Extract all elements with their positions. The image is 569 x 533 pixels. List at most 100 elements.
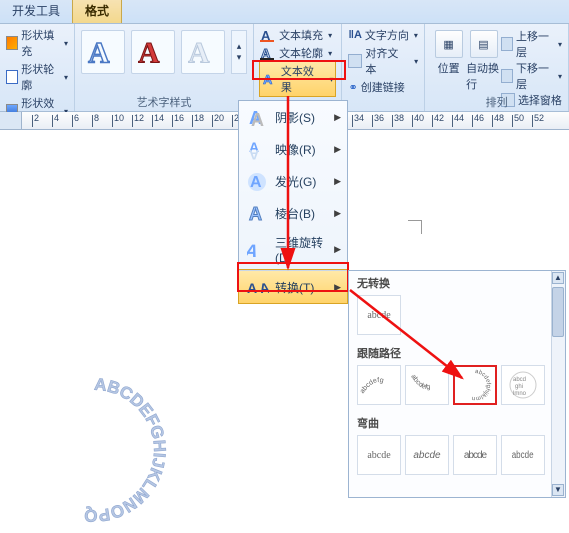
group-shape-style: 形状填充▾ 形状轮廓▾ 形状效果▾ bbox=[0, 24, 75, 111]
menu-reflection-label: 映像(R) bbox=[275, 141, 316, 158]
position-label: 位置 bbox=[438, 60, 460, 76]
wordart-circle-sample[interactable]: ABCDEFGHIJKLMNOPQ bbox=[14, 370, 174, 530]
send-backward-button[interactable]: 下移一层▾ bbox=[501, 60, 562, 92]
svg-text:A: A bbox=[251, 110, 264, 128]
preset-warp-1[interactable]: abcde bbox=[357, 435, 401, 475]
section-warp: 弯曲 bbox=[349, 411, 565, 433]
text-effects-label: 文本效果 bbox=[281, 63, 325, 95]
letter-a-glow-icon: A bbox=[262, 72, 278, 86]
menu-shadow[interactable]: AA 阴影(S)▶ bbox=[239, 101, 347, 133]
chevron-down-icon: ▾ bbox=[328, 49, 332, 58]
svg-text:A: A bbox=[188, 38, 209, 70]
text-effects-button[interactable]: A 文本效果 ▾ bbox=[260, 62, 335, 96]
chevron-right-icon: ▶ bbox=[334, 112, 341, 123]
chevron-right-icon: ▶ bbox=[334, 208, 341, 219]
preset-none[interactable]: abcde bbox=[357, 295, 401, 335]
preset-circle[interactable]: abcdefghijklmn bbox=[453, 365, 497, 405]
preset-arch-up[interactable]: abcdefg bbox=[357, 365, 401, 405]
shape-fill-button[interactable]: 形状填充 ▾ bbox=[6, 26, 68, 60]
send-backward-label: 下移一层 bbox=[516, 60, 553, 92]
letter-a-outline-icon: A bbox=[260, 46, 276, 60]
group-arrange: ▦ 位置 ▤ 自动换行 上移一层▾ 下移一层▾ 选择窗格 排列 bbox=[425, 24, 569, 111]
bring-forward-button[interactable]: 上移一层▾ bbox=[501, 28, 562, 60]
chevron-down-icon: ▾ bbox=[64, 73, 68, 82]
text-fill-button[interactable]: A 文本填充 ▾ bbox=[260, 26, 335, 44]
ribbon-tabs: 开发工具 格式 bbox=[0, 0, 569, 24]
text-fill-label: 文本填充 bbox=[279, 27, 323, 43]
link-icon: ⚭ bbox=[348, 81, 357, 94]
chevron-down-icon: ▾ bbox=[328, 31, 332, 40]
bring-forward-label: 上移一层 bbox=[516, 28, 553, 60]
wordart-style-3[interactable]: A bbox=[181, 30, 225, 74]
svg-text:abcdefghijklmn: abcdefghijklmn bbox=[472, 369, 491, 401]
chevron-down-icon: ▾ bbox=[64, 39, 68, 48]
reflection-icon: AA bbox=[247, 138, 269, 160]
menu-transform[interactable]: AA 转换(T)▶ bbox=[239, 270, 347, 303]
create-link-button[interactable]: ⚭ 创建链接 bbox=[348, 78, 418, 96]
text-align-button[interactable]: 对齐文本 ▾ bbox=[348, 44, 418, 78]
text-effects-menu: AA 阴影(S)▶ AA 映像(R)▶ A 发光(G)▶ A 棱台(B)▶ A … bbox=[238, 100, 348, 304]
chevron-down-icon: ▾ bbox=[414, 57, 418, 66]
tab-format[interactable]: 格式 bbox=[72, 0, 122, 23]
scroll-down-button[interactable]: ▼ bbox=[552, 484, 564, 496]
menu-3d-rotation[interactable]: A 三维旋转(D)▶ bbox=[239, 229, 347, 270]
chevron-down-icon: ▾ bbox=[414, 31, 418, 40]
preset-warp-2[interactable]: abcde bbox=[405, 435, 449, 475]
arrange-group-title: 排列 bbox=[425, 94, 568, 110]
svg-text:ghi: ghi bbox=[515, 384, 523, 390]
section-none: 无转换 bbox=[349, 271, 565, 293]
section-follow-path: 跟随路径 bbox=[349, 341, 565, 363]
menu-transform-label: 转换(T) bbox=[275, 279, 314, 296]
bevel-icon: A bbox=[247, 202, 269, 224]
text-align-label: 对齐文本 bbox=[365, 45, 409, 77]
text-outline-label: 文本轮廓 bbox=[279, 45, 323, 61]
tab-developer[interactable]: 开发工具 bbox=[0, 0, 72, 23]
scrollbar-thumb[interactable] bbox=[552, 287, 564, 337]
letter-a-fill-icon: A bbox=[260, 28, 276, 42]
preset-warp-3[interactable]: abcde bbox=[453, 435, 497, 475]
svg-text:abcd: abcd bbox=[513, 377, 526, 383]
pen-icon bbox=[6, 70, 18, 84]
svg-text:A: A bbox=[88, 38, 109, 70]
align-icon bbox=[348, 54, 362, 68]
shape-outline-label: 形状轮廓 bbox=[21, 61, 59, 93]
preset-arch-down[interactable]: abcdefg bbox=[405, 365, 449, 405]
svg-text:A: A bbox=[247, 280, 257, 296]
svg-text:abcdefg: abcdefg bbox=[359, 377, 384, 395]
menu-bevel-label: 棱台(B) bbox=[275, 205, 315, 222]
svg-text:A: A bbox=[249, 147, 259, 160]
rotation-icon: A bbox=[247, 239, 269, 261]
create-link-label: 创建链接 bbox=[361, 79, 405, 95]
svg-text:A: A bbox=[263, 72, 273, 86]
gallery-scrollbar[interactable]: ▲ ▼ bbox=[551, 271, 565, 497]
menu-3d-rotation-label: 三维旋转(D) bbox=[275, 234, 339, 265]
shape-outline-button[interactable]: 形状轮廓 ▾ bbox=[6, 60, 68, 94]
text-direction-button[interactable]: ‖A 文字方向▾ bbox=[348, 26, 418, 44]
preset-button[interactable]: abcdghilmno bbox=[501, 365, 545, 405]
wordart-text: ABCDEFGHIJKLMNOPQ bbox=[84, 375, 169, 525]
wordart-style-1[interactable]: A bbox=[81, 30, 125, 74]
chevron-down-icon: ▾ bbox=[329, 75, 333, 84]
direction-icon: ‖A bbox=[348, 29, 361, 41]
shape-fill-label: 形状填充 bbox=[21, 27, 59, 59]
wordart-gallery-more[interactable]: ▴▾ bbox=[231, 30, 247, 74]
preset-warp-4[interactable]: abcde bbox=[501, 435, 545, 475]
chevron-right-icon: ▶ bbox=[334, 176, 341, 187]
text-outline-button[interactable]: A 文本轮廓 ▾ bbox=[260, 44, 335, 62]
group-text-direction: ‖A 文字方向▾ 对齐文本 ▾ ⚭ 创建链接 bbox=[342, 24, 425, 111]
menu-glow-label: 发光(G) bbox=[275, 173, 316, 190]
menu-bevel[interactable]: A 棱台(B) ▶ bbox=[239, 197, 347, 229]
svg-text:A: A bbox=[258, 280, 269, 296]
wordart-style-2[interactable]: A bbox=[131, 30, 175, 74]
wrap-label: 自动换行 bbox=[466, 60, 501, 92]
bucket-icon bbox=[6, 36, 18, 50]
menu-shadow-label: 阴影(S) bbox=[275, 109, 315, 126]
svg-text:abcdefg: abcdefg bbox=[409, 373, 431, 391]
scroll-up-button[interactable]: ▲ bbox=[552, 272, 564, 284]
svg-text:A: A bbox=[249, 204, 262, 224]
position-icon: ▦ bbox=[435, 30, 463, 58]
chevron-right-icon: ▶ bbox=[334, 244, 341, 255]
menu-glow[interactable]: A 发光(G) ▶ bbox=[239, 165, 347, 197]
glow-icon: A bbox=[247, 170, 269, 192]
menu-reflection[interactable]: AA 映像(R)▶ bbox=[239, 133, 347, 165]
